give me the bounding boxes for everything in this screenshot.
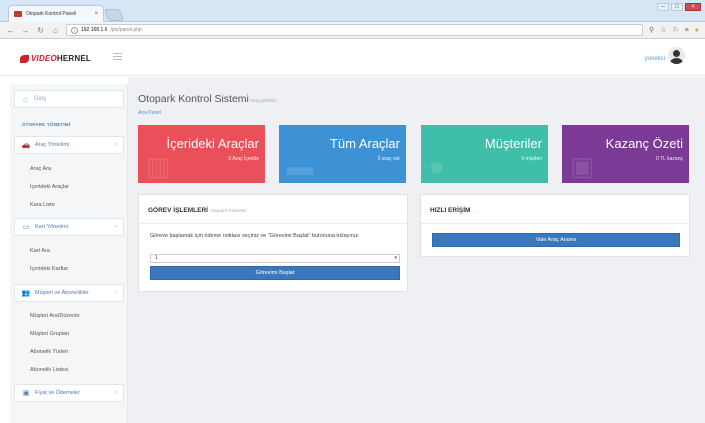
stat-sub: 0 müşteri [521, 156, 542, 162]
favicon-icon [14, 11, 22, 17]
key-icon[interactable]: ⚲ [649, 26, 654, 34]
sidebar-group-label: Müşteri ve Abonelikler [35, 290, 89, 296]
sidebar-item-vehicle-search[interactable]: Araç Ara [30, 166, 51, 172]
sidebar-group-pricing[interactable]: ▣ Fiyat ve Ödemeler ‹ [14, 384, 124, 402]
browser-toolbar: ← → ↻ ⌂ i 192.168.1.6/pts/panel.php ⚲ ☆ … [0, 22, 705, 39]
quick-access-subtitle: ... [473, 208, 478, 213]
back-icon[interactable]: ← [6, 26, 15, 35]
quick-access-title: HIZLI ERİŞİM... [430, 207, 478, 214]
chevron-icon: ‹ [115, 142, 117, 148]
stat-card-all-vehicles[interactable]: ▬ Tüm Araçlar 0 araç var [279, 125, 406, 183]
stat-sub: 0 araç var [377, 156, 400, 162]
sidebar-item-home[interactable]: ⌂ Giriş [14, 90, 124, 108]
username[interactable]: yonetici [645, 56, 665, 62]
home-icon: ⌂ [23, 94, 28, 104]
home-icon[interactable]: ⌂ [51, 26, 60, 35]
car-icon: 🚗 [21, 142, 31, 149]
task-panel-text: Göreve başlamak için ödeme noktası seçin… [150, 233, 360, 239]
stat-card-earnings[interactable]: ▣ Kazanç Özeti 0 TL kazanç [562, 125, 689, 183]
reload-icon[interactable]: ↻ [36, 26, 45, 35]
window-close-button[interactable]: × [685, 3, 701, 11]
sidebar-item-label: Giriş [33, 96, 47, 102]
extension-icon[interactable]: ⚐ [672, 26, 678, 34]
sidebar-toggle-icon[interactable] [113, 53, 122, 60]
sidebar: ⌂ Giriş OTOPARK YÖNETİMİ 🚗 Araç Yönetimi… [10, 84, 128, 423]
task-panel-title: GÖREV İŞLEMLERİ Otopark Görevleri [148, 207, 247, 214]
chevron-icon: ‹ [115, 224, 117, 230]
stat-title: Kazanç Özeti [605, 136, 683, 151]
sidebar-item-customer-search[interactable]: Müşteri Ara/Düzenle [30, 313, 80, 319]
money-icon: ▣ [22, 390, 30, 397]
window-controls: – □ × [657, 3, 701, 11]
page-title: Otopark Kontrol Sistemi Hoş geldiniz! [138, 93, 277, 105]
url-path: /pts/panel.php [110, 27, 142, 33]
panel-divider [421, 223, 689, 224]
forward-icon[interactable]: → [21, 26, 30, 35]
car-icon: ▬ [287, 151, 313, 181]
browser-tab[interactable]: Otopark Kontrol Paneli × [8, 5, 104, 22]
sidebar-item-vehicles-inside[interactable]: İçerideki Araçlar [30, 184, 69, 190]
money-icon: ▣ [570, 151, 595, 181]
sidebar-item-cards-inside[interactable]: İçerideki Kartlar [30, 266, 68, 272]
maximize-button[interactable]: □ [671, 3, 683, 11]
stat-title: İçerideki Araçlar [166, 136, 259, 151]
payment-point-select[interactable]: 1 ▾ [150, 254, 400, 263]
users-icon: 👥 [21, 290, 31, 297]
stat-title: Tüm Araçlar [329, 136, 400, 151]
info-icon[interactable]: i [71, 26, 78, 34]
browser-tab-title: Otopark Kontrol Paneli [26, 11, 77, 17]
logo[interactable]: VIDEOHERNEL [20, 54, 91, 63]
sidebar-group-vehicles[interactable]: 🚗 Araç Yönetimi ‹ [14, 136, 124, 154]
address-bar[interactable]: i 192.168.1.6/pts/panel.php [66, 24, 643, 36]
browser-tabbar: Otopark Kontrol Paneli × – □ × [0, 0, 705, 22]
sidebar-group-customers[interactable]: 👥 Müşteri ve Abonelikler ‹ [14, 284, 124, 302]
logo-mark-icon [20, 54, 29, 63]
sidebar-item-card-search[interactable]: Kart Ara [30, 248, 50, 254]
task-panel: GÖREV İŞLEMLERİ Otopark Görevleri Göreve … [138, 194, 408, 292]
chart-icon: ▥ [146, 151, 171, 181]
sidebar-section-title: OTOPARK YÖNETİMİ [22, 122, 71, 127]
chevron-icon: ‹ [115, 290, 117, 296]
task-panel-subtitle: Otopark Görevleri [210, 208, 247, 213]
new-tab-button[interactable] [103, 9, 125, 21]
sidebar-group-label: Kart Yönetimi [35, 224, 68, 230]
app-header: VIDEOHERNEL yonetici [0, 40, 705, 76]
select-value: 1 [155, 255, 158, 261]
sidebar-group-label: Fiyat ve Ödemeler [35, 390, 80, 396]
menu-icon[interactable]: ≡ [685, 27, 689, 34]
sidebar-item-customer-groups[interactable]: Müşteri Grupları [30, 331, 69, 337]
valet-search-button[interactable]: Vale Araç Arama [432, 233, 680, 247]
avatar[interactable] [668, 47, 685, 64]
notification-icon[interactable]: ● [695, 27, 699, 34]
user-icon: ● [429, 151, 445, 181]
sidebar-group-cards[interactable]: ▭ Kart Yönetimi ‹ [14, 218, 124, 236]
url-host: 192.168.1.6 [81, 27, 108, 33]
bookmark-star-icon[interactable]: ☆ [660, 26, 666, 34]
stat-card-vehicles-inside[interactable]: ▥ İçerideki Araçlar 0 Araç İçeride [138, 125, 265, 183]
logo-text: VIDEOHERNEL [31, 54, 91, 63]
stat-title: Müşteriler [484, 136, 542, 151]
stat-sub: 0 TL kazanç [656, 156, 683, 162]
main-content: Otopark Kontrol Sistemi Hoş geldiniz! Ana… [128, 77, 705, 423]
stat-sub: 0 Araç İçeride [228, 156, 259, 162]
sidebar-item-subscription-list[interactable]: Abonelik Listesi [30, 367, 68, 373]
chevron-icon: ‹ [115, 390, 117, 396]
breadcrumb[interactable]: Ana Panel [138, 110, 161, 116]
sidebar-item-subscription-types[interactable]: Abonelik Türleri [30, 349, 68, 355]
page-subtitle: Hoş geldiniz! [250, 98, 277, 103]
card-icon: ▭ [22, 224, 30, 231]
panel-divider [139, 223, 407, 224]
sidebar-group-label: Araç Yönetimi [35, 142, 70, 148]
minimize-button[interactable]: – [657, 3, 669, 11]
start-task-button[interactable]: Görevimi Başlat [150, 266, 400, 280]
sidebar-item-blacklist[interactable]: Kara Liste [30, 202, 55, 208]
stat-card-customers[interactable]: ● Müşteriler 0 müşteri [421, 125, 548, 183]
caret-down-icon: ▾ [394, 255, 397, 261]
tab-close-icon[interactable]: × [94, 11, 98, 17]
quick-access-panel: HIZLI ERİŞİM... Vale Araç Arama [420, 194, 690, 257]
